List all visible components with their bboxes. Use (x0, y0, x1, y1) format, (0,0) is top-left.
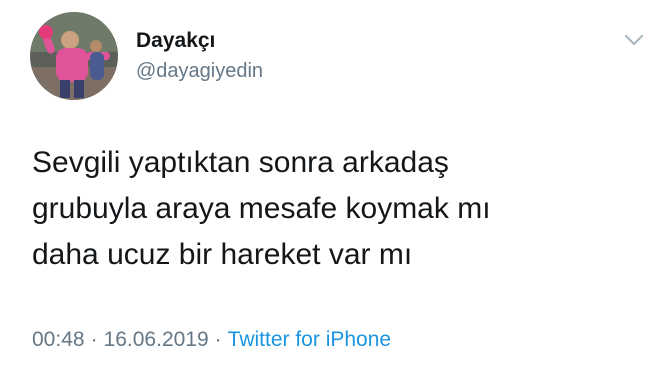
tweet-text-line: grubuyla araya mesafe koymak mı (32, 192, 491, 225)
tweet-card: Dayakçı @dayagiyedin Sevgili yaptıktan s… (0, 0, 672, 378)
tweet-meta: 00:48 · 16.06.2019 · Twitter for iPhone (32, 328, 391, 352)
meta-separator: · (214, 328, 222, 351)
avatar[interactable] (30, 12, 118, 100)
display-name[interactable]: Dayakçı (136, 28, 263, 54)
author-block: Dayakçı @dayagiyedin (136, 28, 263, 84)
tweet-time[interactable]: 00:48 (32, 328, 85, 351)
tweet-source-link[interactable]: Twitter for iPhone (228, 328, 391, 351)
tweet-text: Sevgili yaptıktan sonra arkadaş grubuyla… (32, 140, 632, 278)
tweet-text-line: daha ucuz bir hareket var mı (32, 238, 413, 271)
chevron-down-icon[interactable] (620, 26, 648, 54)
username-handle[interactable]: @dayagiyedin (136, 58, 263, 84)
avatar-photo (30, 12, 118, 100)
meta-separator: · (90, 328, 98, 351)
tweet-date[interactable]: 16.06.2019 (104, 328, 209, 351)
tweet-text-line: Sevgili yaptıktan sonra arkadaş (32, 146, 449, 179)
